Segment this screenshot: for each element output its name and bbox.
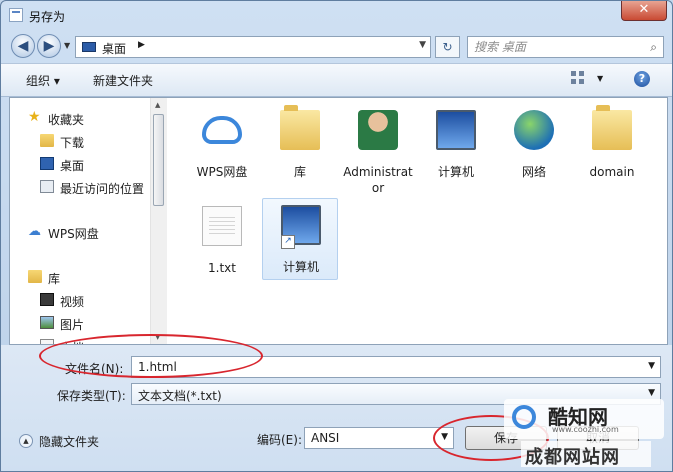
file-item-libraries[interactable]: 库 — [262, 104, 338, 186]
address-bar[interactable]: 桌面 ▶ ▼ — [75, 36, 431, 58]
encoding-select[interactable]: ANSI ▼ — [304, 427, 454, 449]
file-label: 1.txt — [208, 261, 236, 275]
watermark-logo: 酷知网 www.coozhi.com — [504, 399, 664, 439]
library-icon — [28, 270, 42, 283]
encoding-label: 编码(E): — [257, 433, 302, 447]
browser-pane: ★ 收藏夹 下载 桌面 最近访问的位置 ☁ WPS网盘 库 视频 图片 ▲ ▼ … — [9, 97, 668, 345]
encoding-value: ANSI — [311, 431, 340, 445]
back-button[interactable]: ◀ — [11, 34, 35, 58]
forward-button[interactable]: ▶ — [37, 34, 61, 58]
network-icon — [514, 110, 554, 150]
file-label: WPS网盘 — [196, 165, 248, 179]
brand-logo-icon — [512, 405, 536, 429]
video-icon — [40, 293, 54, 306]
address-dropdown-icon[interactable]: ▼ — [419, 40, 426, 50]
text-file-icon — [202, 206, 242, 246]
nav-item-label: 视频 — [60, 295, 85, 309]
hide-folders-label: 隐藏文件夹 — [39, 435, 100, 449]
view-dropdown-icon[interactable]: ▼ — [597, 74, 603, 83]
watermark-url: www.coozhi.com — [552, 425, 619, 434]
breadcrumb-chevron-icon[interactable]: ▶ — [138, 40, 145, 50]
close-button[interactable]: ✕ — [621, 1, 667, 21]
pictures-icon — [40, 316, 54, 329]
download-folder-icon — [40, 134, 54, 147]
address-location: 桌面 — [102, 42, 127, 56]
file-label: 网络 — [521, 165, 546, 179]
file-item-network[interactable]: 网络 — [496, 104, 572, 186]
filetype-label: 保存类型(T): — [57, 389, 126, 403]
address-row: ◀ ▶ ▼ 桌面 ▶ ▼ ↻ ⌕ — [1, 31, 672, 63]
filetype-dropdown-icon[interactable]: ▼ — [648, 388, 655, 398]
cloud-icon — [202, 116, 242, 144]
recent-places-icon — [40, 180, 54, 193]
window-title: 另存为 — [29, 10, 66, 24]
command-toolbar: 组织 ▾ 新建文件夹 ▼ ? — [1, 63, 672, 97]
file-label: Administrator — [343, 165, 413, 195]
documents-icon — [40, 339, 54, 344]
nav-item-label: 下载 — [60, 136, 85, 150]
help-icon[interactable]: ? — [634, 71, 650, 87]
user-folder-icon — [358, 110, 398, 150]
file-item-administrator[interactable]: Administrator — [340, 104, 416, 200]
computer-icon — [436, 110, 476, 150]
search-box[interactable]: ⌕ — [467, 36, 664, 58]
view-options-icon[interactable] — [571, 71, 585, 85]
filename-dropdown-icon[interactable]: ▼ — [648, 361, 655, 371]
organize-menu[interactable]: 组织 ▾ — [26, 72, 60, 89]
nav-scrollbar[interactable]: ▲ ▼ — [150, 98, 167, 344]
file-label: 计算机 — [282, 260, 319, 274]
file-item-domain[interactable]: domain — [574, 104, 650, 186]
file-item-wps-cloud[interactable]: WPS网盘 — [184, 104, 260, 186]
file-item-1-txt[interactable]: 1.txt — [184, 200, 260, 282]
nav-item-label: 库 — [48, 272, 61, 286]
cloud-icon: ☁ — [28, 224, 41, 239]
recent-pages-dropdown[interactable]: ▼ — [64, 41, 70, 50]
desktop-icon — [40, 157, 54, 170]
save-as-dialog: 另存为 ✕ ◀ ▶ ▼ 桌面 ▶ ▼ ↻ ⌕ 组织 ▾ 新建文件夹 ▼ ? ★ — [0, 0, 673, 472]
app-icon — [9, 8, 23, 22]
file-label: 库 — [293, 165, 306, 179]
nav-item-label: WPS网盘 — [48, 227, 99, 241]
library-folder-icon — [280, 105, 320, 150]
title-bar[interactable]: 另存为 ✕ — [1, 1, 672, 31]
watermark-site: 成都网站网 — [521, 441, 651, 468]
collapse-arrow-icon: ▲ — [19, 434, 33, 448]
file-label: domain — [589, 165, 635, 179]
file-item-computer-shortcut[interactable]: ↗ 计算机 — [262, 198, 338, 280]
scroll-thumb[interactable] — [153, 114, 164, 206]
nav-item-label: 图片 — [60, 318, 85, 332]
desktop-icon — [82, 42, 96, 52]
star-icon: ★ — [28, 109, 41, 125]
watermark-site-text: 成都网站网 — [525, 447, 620, 468]
folder-icon — [592, 105, 632, 150]
shortcut-arrow-icon: ↗ — [281, 235, 295, 249]
new-folder-button[interactable]: 新建文件夹 — [93, 72, 153, 89]
annotation-circle — [39, 334, 263, 378]
nav-item-label: 收藏夹 — [48, 113, 85, 127]
filetype-value: 文本文档(*.txt) — [138, 389, 222, 403]
refresh-button[interactable]: ↻ — [435, 36, 460, 58]
search-input[interactable] — [474, 39, 634, 55]
nav-item-label: 桌面 — [60, 159, 85, 173]
file-list: WPS网盘 库 Administrator 计算机 网络 domain 1.tx… — [172, 98, 667, 344]
search-icon[interactable]: ⌕ — [650, 40, 657, 55]
file-item-computer[interactable]: 计算机 — [418, 104, 494, 186]
file-label: 计算机 — [437, 165, 474, 179]
scroll-up-icon[interactable]: ▲ — [155, 101, 160, 109]
navigation-pane: ★ 收藏夹 下载 桌面 最近访问的位置 ☁ WPS网盘 库 视频 图片 — [10, 98, 150, 344]
nav-item-label: 最近访问的位置 — [60, 182, 145, 196]
